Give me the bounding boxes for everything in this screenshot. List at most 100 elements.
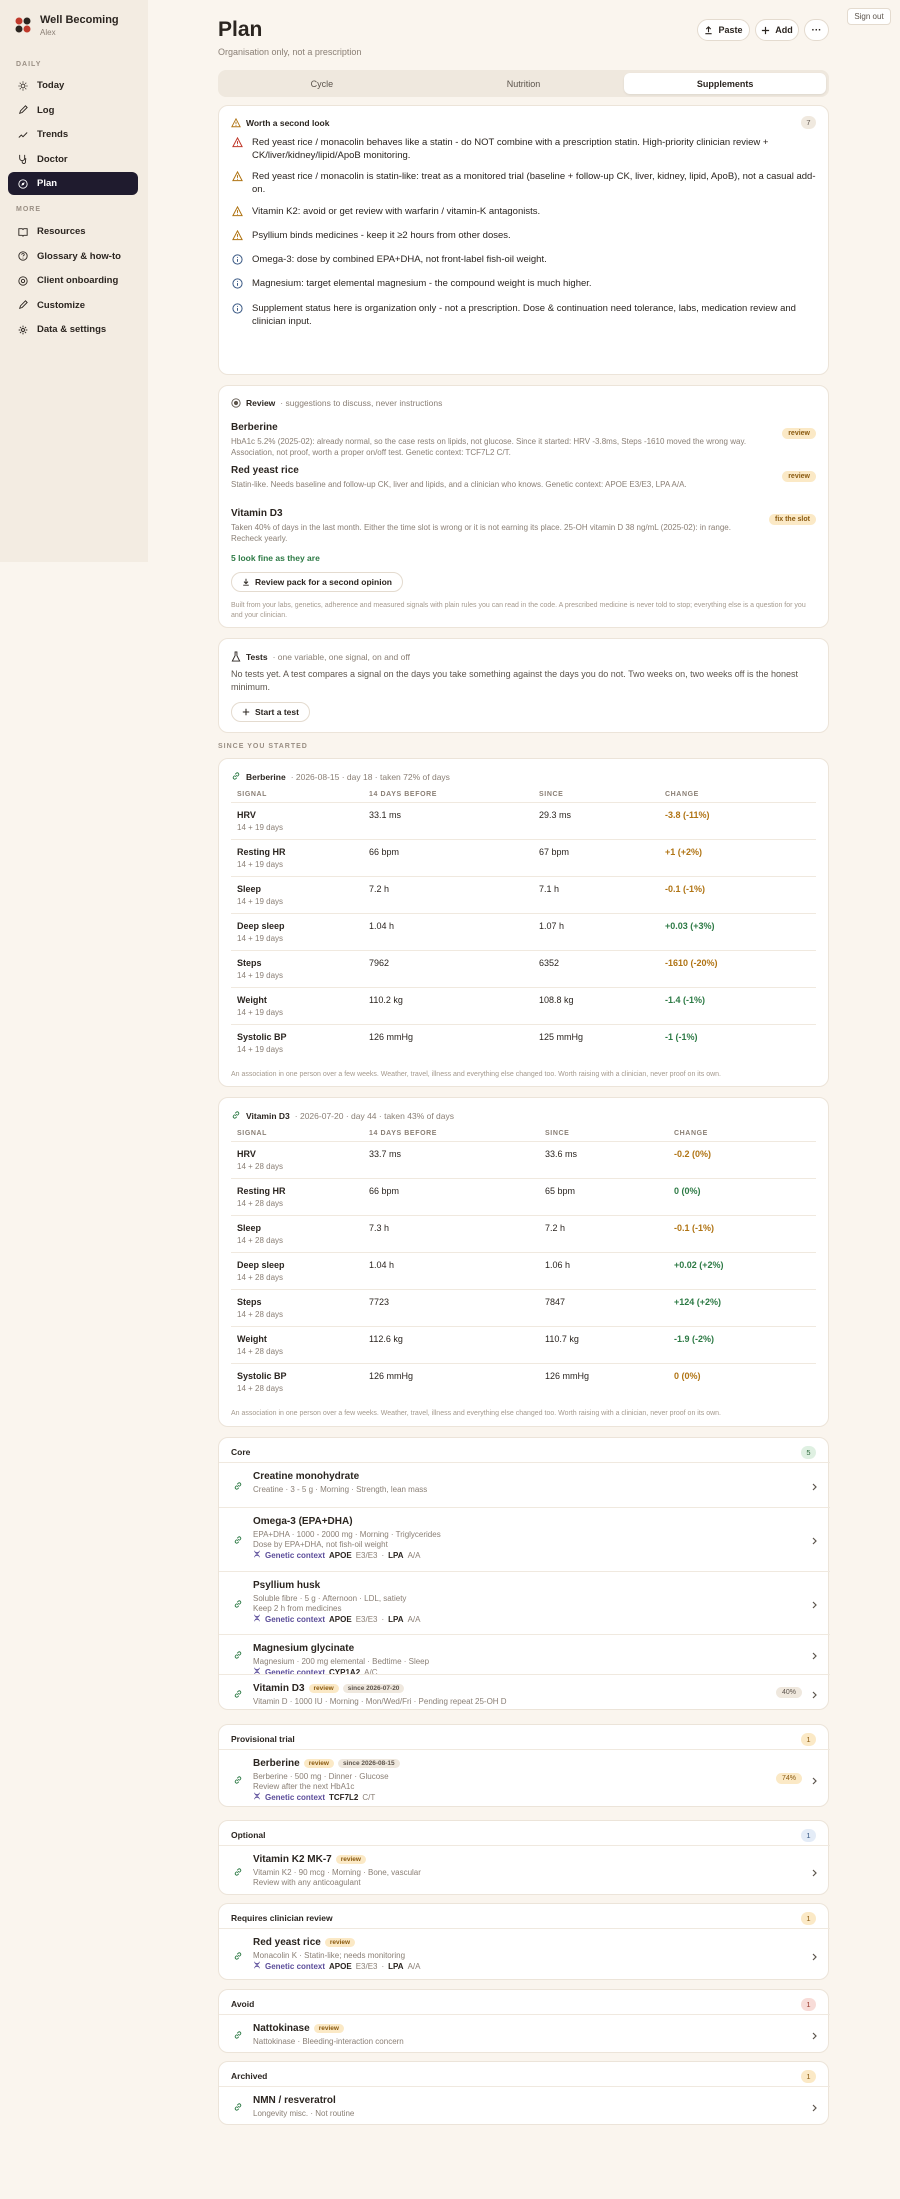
supplement-label: Magnesium glycinate <box>253 1643 355 1654</box>
supplement-row[interactable]: Nattokinase review Nattokinase · Bleeding-… <box>219 2014 830 2054</box>
tab-nutrition[interactable]: Nutrition <box>423 73 625 94</box>
supplement-row[interactable]: NMN / resveratrol Longevity misc. · Not r… <box>219 2086 830 2126</box>
genetic-context: Genetic context APOE E3/E3 · LPA A/A <box>253 1961 420 1971</box>
group-core: Core 5 Creatine monohydrate Creatine · 3 - … <box>218 1437 830 1711</box>
group-count: 1 <box>801 1829 816 1842</box>
signal-name: HRV <box>237 1149 256 1159</box>
nav-item-customize[interactable]: Customize <box>8 294 138 317</box>
signal-footnote: An association in one person over a few … <box>231 1410 722 1417</box>
nav-item-client-onboarding[interactable]: Client onboarding <box>8 269 138 292</box>
warning-item: Supplement status here is organization o… <box>231 302 816 328</box>
chevron-right-icon <box>812 1651 818 1660</box>
table-row: HRV 14 + 19 days 33.1 ms 29.3 ms -3.8 (-11%) <box>231 802 816 839</box>
supplement-row[interactable]: Creatine monohydrate Creatine · 3 - 5 g ·… <box>219 1462 830 1507</box>
onboarding-icon <box>18 275 28 286</box>
column-header: SIGNAL <box>237 791 268 798</box>
help-icon <box>18 251 28 261</box>
tab-cycle[interactable]: Cycle <box>221 73 423 94</box>
supplement-row[interactable]: Berberine review since 2026-08-15 Berberine… <box>219 1749 830 1808</box>
supplement-row[interactable]: Red yeast rice review Monacolin K · Statin… <box>219 1928 830 1981</box>
group-count: 5 <box>801 1446 816 1459</box>
supplement-row[interactable]: Vitamin D3 review since 2026-07-20 Vitamin … <box>219 1674 830 1711</box>
nav-item-glossary-how-to[interactable]: Glossary & how-to <box>8 245 138 268</box>
dna-icon <box>253 1792 261 1802</box>
review-item[interactable]: Vitamin D3 Taken 40% of days in the last … <box>231 508 816 544</box>
table-row: Deep sleep 14 + 19 days 1.04 h 1.07 h +0.03 … <box>231 913 816 950</box>
plus-icon <box>762 26 770 34</box>
supplement-row[interactable]: Vitamin K2 MK-7 review Vitamin K2 · 90 mcg… <box>219 1845 830 1896</box>
link-icon <box>233 1951 243 1961</box>
tab-supplements[interactable]: Supplements <box>624 73 827 94</box>
link-icon <box>233 1481 243 1491</box>
warnings-count: 7 <box>801 116 816 129</box>
supplement-row[interactable]: Psyllium husk Soluble fibre · 5 g · After… <box>219 1571 830 1634</box>
warning-text: Magnesium: target elemental magnesium - … <box>252 278 592 289</box>
warning-text: Omega-3: dose by combined EPA+DHA, not f… <box>252 254 547 265</box>
signal-name: Weight <box>237 995 267 1005</box>
since-value: 7.1 h <box>539 884 560 894</box>
nav-item-trends[interactable]: Trends <box>8 123 138 146</box>
paste-button[interactable]: Paste <box>697 19 750 41</box>
review-item-text: Taken 40% of days in the last month. Eit… <box>231 523 731 543</box>
group-provisional: Provisional trial 1 Berberine review since 2… <box>218 1724 830 1808</box>
nav-item-doctor[interactable]: Doctor <box>8 148 138 171</box>
gene-name: LPA <box>388 1550 404 1560</box>
nav-section-daily: DAILY <box>16 61 42 68</box>
supplement-row[interactable]: Magnesium glycinate Magnesium · 200 mg el… <box>219 1634 830 1677</box>
gene-name: APOE <box>329 1550 352 1560</box>
chevron-right-icon <box>812 2103 818 2112</box>
start-test-button[interactable]: Start a test <box>231 702 310 722</box>
nav-item-data-settings[interactable]: Data & settings <box>8 318 138 341</box>
review-pill: review <box>782 428 816 439</box>
page-title: Plan <box>218 18 263 41</box>
link-icon <box>233 1650 243 1660</box>
nav-item-resources[interactable]: Resources <box>8 220 138 243</box>
nav-label: Log <box>37 104 55 116</box>
since-started-label: SINCE YOU STARTED <box>218 743 308 750</box>
supplement-detail: Vitamin K2 · 90 mcg · Morning · Bone, va… <box>253 1868 421 1877</box>
brand[interactable]: Well Becoming Alex <box>14 14 119 37</box>
signal-cell: Steps 14 + 19 days <box>237 958 283 980</box>
review-pack-button[interactable]: Review pack for a second opinion <box>231 572 403 592</box>
group-clinician: Requires clinician review 1 Red yeast rice… <box>218 1903 830 1981</box>
review-pill: fix the slot <box>768 514 816 525</box>
review-item-name: Berberine <box>231 422 278 433</box>
warning-icon <box>231 229 243 241</box>
add-button[interactable]: Add <box>755 19 799 41</box>
table-row: Steps 14 + 28 days 7723 7847 +124 (+2%) <box>231 1289 816 1326</box>
signal-cell: Weight 14 + 19 days <box>237 995 283 1017</box>
nav-item-plan[interactable]: Plan <box>8 172 138 195</box>
review-tag: review <box>308 1684 339 1693</box>
info-icon <box>231 253 243 265</box>
supplement-detail: Soluble fibre · 5 g · Afternoon · LDL, s… <box>253 1594 407 1603</box>
signal-name: Sleep <box>237 1223 262 1233</box>
change-value: -1 (-1%) <box>665 1032 698 1042</box>
supplement-detail: EPA+DHA · 1000 - 2000 mg · Morning · Tri… <box>253 1530 441 1539</box>
supplement-row[interactable]: Omega-3 (EPA+DHA) EPA+DHA · 1000 - 2000 m… <box>219 1507 830 1571</box>
review-item[interactable]: Berberine HbA1c 5.2% (2025-02): already n… <box>231 422 816 458</box>
more-options-button[interactable]: ··· <box>804 19 829 41</box>
chevron-right-icon <box>812 1776 818 1784</box>
signal-window: 14 + 28 days <box>237 1384 284 1393</box>
tests-card: Tests · one variable, one signal, on and… <box>218 638 829 733</box>
signal-window: 14 + 28 days <box>237 1162 284 1171</box>
warning-item: Magnesium: target elemental magnesium - … <box>231 277 816 290</box>
supplement-label: Red yeast rice <box>253 1937 321 1948</box>
supplement-note: Keep 2 h from medicines <box>253 1604 342 1613</box>
review-item-name: Red yeast rice <box>231 465 299 476</box>
before-value: 126 mmHg <box>369 1371 414 1381</box>
change-value: +124 (+2%) <box>674 1297 722 1307</box>
nav-section-more: MORE <box>16 206 41 213</box>
sign-out-button[interactable]: Sign out <box>847 8 891 25</box>
gene-value: E3/E3 <box>355 1961 378 1971</box>
compass-icon <box>18 178 28 189</box>
since-value: 7847 <box>545 1297 566 1307</box>
nav-item-log[interactable]: Log <box>8 99 138 122</box>
chevron-right-icon <box>812 1482 818 1490</box>
signal-cell: Steps 14 + 28 days <box>237 1297 283 1319</box>
review-item[interactable]: Red yeast rice Statin-like. Needs baselin… <box>231 465 816 490</box>
start-test-label: Start a test <box>255 707 299 717</box>
table-row: Resting HR 14 + 28 days 66 bpm 65 bpm 0 (0%) <box>231 1178 816 1215</box>
nav-item-today[interactable]: Today <box>8 74 138 97</box>
signal-card-header: Vitamin D3 · 2026-07-20 · day 44 · taken … <box>231 1110 454 1122</box>
